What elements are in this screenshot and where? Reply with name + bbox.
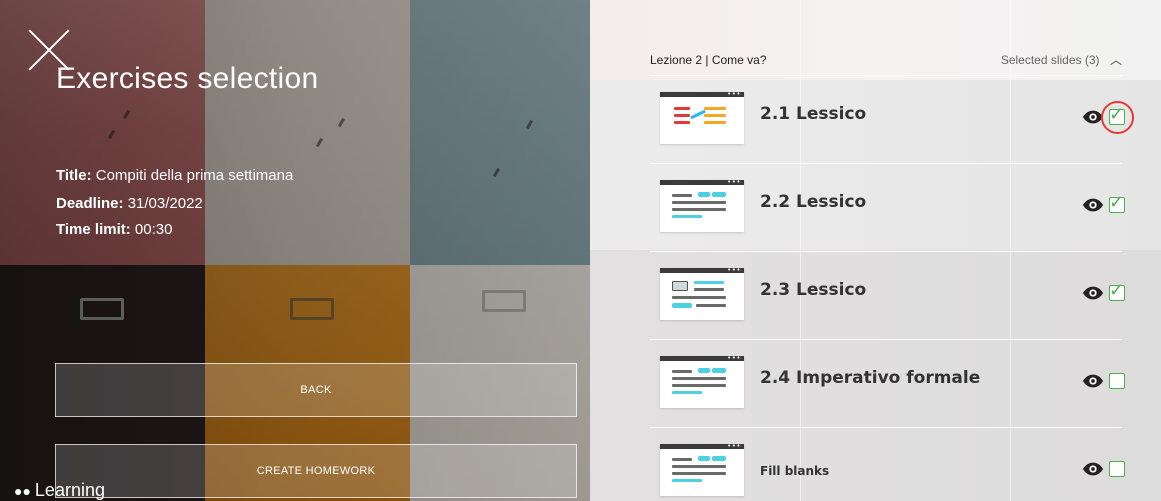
lesson-header[interactable]: Lezione 2 | Come va? Selected slides (3)… xyxy=(650,44,1122,76)
create-homework-button[interactable]: CREATE HOMEWORK xyxy=(55,444,577,498)
slide-title: 2.4 Imperativo formale xyxy=(760,368,981,388)
thumbnail-menu-icon: ••• xyxy=(727,266,741,274)
thumbnail-menu-icon: ••• xyxy=(727,90,741,98)
deadline-value: 31/03/2022 xyxy=(127,195,203,212)
thumbnail-menu-icon: ••• xyxy=(727,442,741,450)
slide-row[interactable]: ••• Fill blanks xyxy=(650,428,1125,501)
checkmark-icon: ✓ xyxy=(1109,192,1125,213)
slide-checkbox[interactable]: ✓ xyxy=(1109,105,1125,125)
time-limit-label: Time limit: xyxy=(56,221,131,238)
slide-row[interactable]: ••• 2.1 Lessico ✓ xyxy=(650,76,1134,164)
selected-toggle[interactable]: Selected slides (3) ︿ xyxy=(1001,51,1122,69)
slide-checkbox[interactable] xyxy=(1109,461,1125,477)
slide-title: 2.1 Lessico xyxy=(760,104,867,124)
brand-name: Learning xyxy=(34,480,105,500)
eye-icon[interactable] xyxy=(1082,458,1104,480)
slide-row[interactable]: ••• 2.4 Imperativo formale xyxy=(650,340,1125,428)
eye-icon[interactable] xyxy=(1082,370,1104,392)
eye-icon[interactable] xyxy=(1082,194,1104,216)
title-value: Compiti della prima settimana xyxy=(95,167,294,184)
slide-row[interactable]: ••• 2.2 Lessico ✓ xyxy=(650,164,1125,252)
homework-title: Title: Compiti della prima settimana xyxy=(56,167,293,184)
homework-deadline: Deadline: 31/03/2022 xyxy=(56,195,203,212)
slide-checkbox[interactable] xyxy=(1109,373,1125,389)
time-limit-value: 00:30 xyxy=(134,221,173,238)
title-label: Title: xyxy=(56,167,92,184)
homework-time-limit: Time limit: 00:30 xyxy=(56,221,172,238)
slide-title: 2.2 Lessico xyxy=(760,192,867,212)
deadline-label: Deadline: xyxy=(56,195,124,212)
exercise-panel: Exercises selection Title: Compiti della… xyxy=(0,0,590,501)
back-button[interactable]: BACK xyxy=(55,363,577,417)
thumbnail-menu-icon: ••• xyxy=(727,354,741,362)
checkmark-icon: ✓ xyxy=(1109,280,1125,301)
eye-icon[interactable] xyxy=(1082,282,1104,304)
slide-title: 2.3 Lessico xyxy=(760,280,867,300)
slide-thumbnail: ••• xyxy=(660,266,744,320)
slide-title: Fill blanks xyxy=(760,464,830,478)
slide-checkbox[interactable]: ✓ xyxy=(1109,193,1125,213)
slide-thumbnail: ••• xyxy=(660,90,744,144)
page-title: Exercises selection xyxy=(56,62,319,95)
slide-thumbnail: ••• xyxy=(660,178,744,232)
lesson-title: Lezione 2 | Come va? xyxy=(650,52,767,67)
slides-panel: Lezione 2 | Come va? Selected slides (3)… xyxy=(590,0,1161,501)
selected-count: Selected slides (3) xyxy=(1000,52,1100,67)
slide-row[interactable]: ••• 2.3 Lessico ✓ xyxy=(650,252,1125,340)
slide-thumbnail: ••• xyxy=(660,442,744,496)
chevron-up-icon[interactable]: ︿ xyxy=(1110,53,1122,67)
slide-thumbnail: ••• xyxy=(660,354,744,408)
slide-checkbox[interactable]: ✓ xyxy=(1109,281,1125,301)
brand-logo: ●● Learning xyxy=(14,480,105,501)
checkmark-icon: ✓ xyxy=(1109,104,1125,125)
logo-icon: ●● xyxy=(14,483,31,499)
thumbnail-menu-icon: ••• xyxy=(727,178,741,186)
